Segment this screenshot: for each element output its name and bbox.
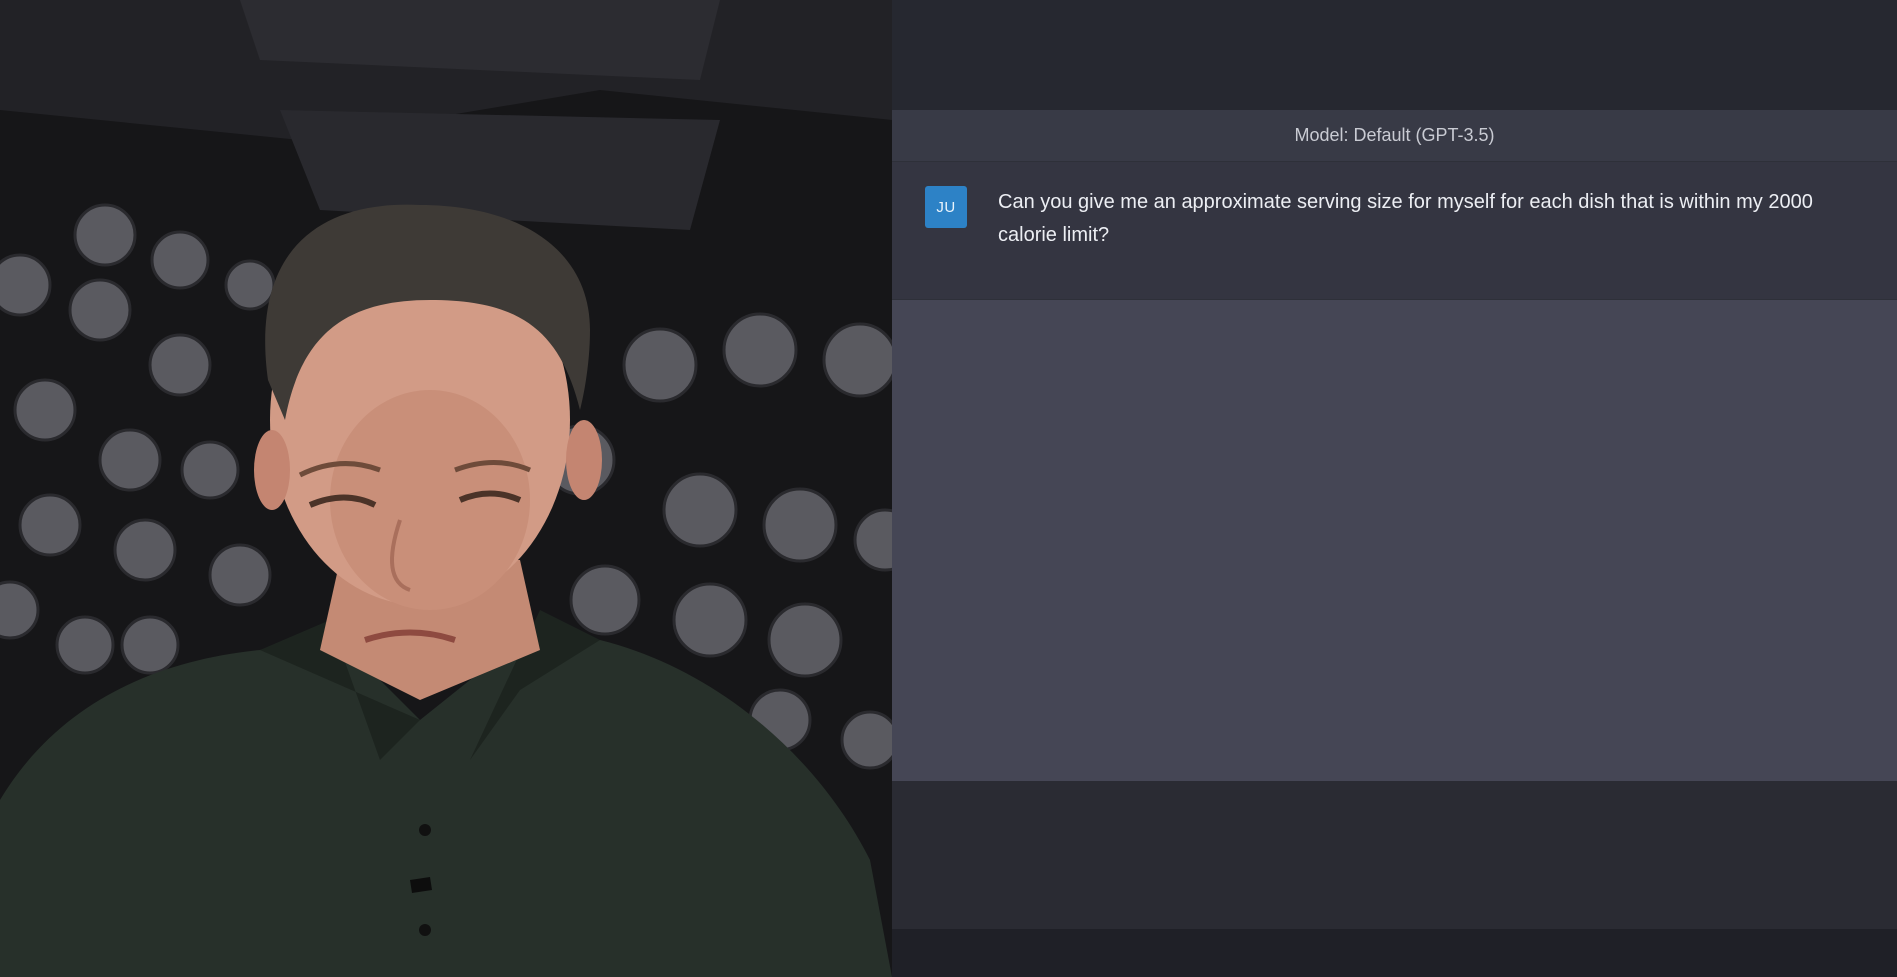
- user-message-text: Can you give me an approximate serving s…: [998, 191, 1813, 246]
- assistant-response-area: [892, 300, 1897, 781]
- model-label: Model: Default (GPT-3.5): [1294, 125, 1495, 145]
- user-avatar: JU: [925, 186, 967, 228]
- presenter-video-image: [0, 0, 892, 977]
- presenter-video-feed: [0, 0, 892, 977]
- chat-input-area: [892, 781, 1897, 929]
- chat-footer: [892, 929, 1897, 977]
- user-avatar-initials: JU: [936, 198, 956, 216]
- chat-window: Model: Default (GPT-3.5) JU Can you give…: [892, 0, 1897, 977]
- chat-header-area: [892, 0, 1897, 110]
- model-label-bar: Model: Default (GPT-3.5): [892, 110, 1897, 162]
- user-message-row: JU Can you give me an approximate servin…: [892, 162, 1897, 300]
